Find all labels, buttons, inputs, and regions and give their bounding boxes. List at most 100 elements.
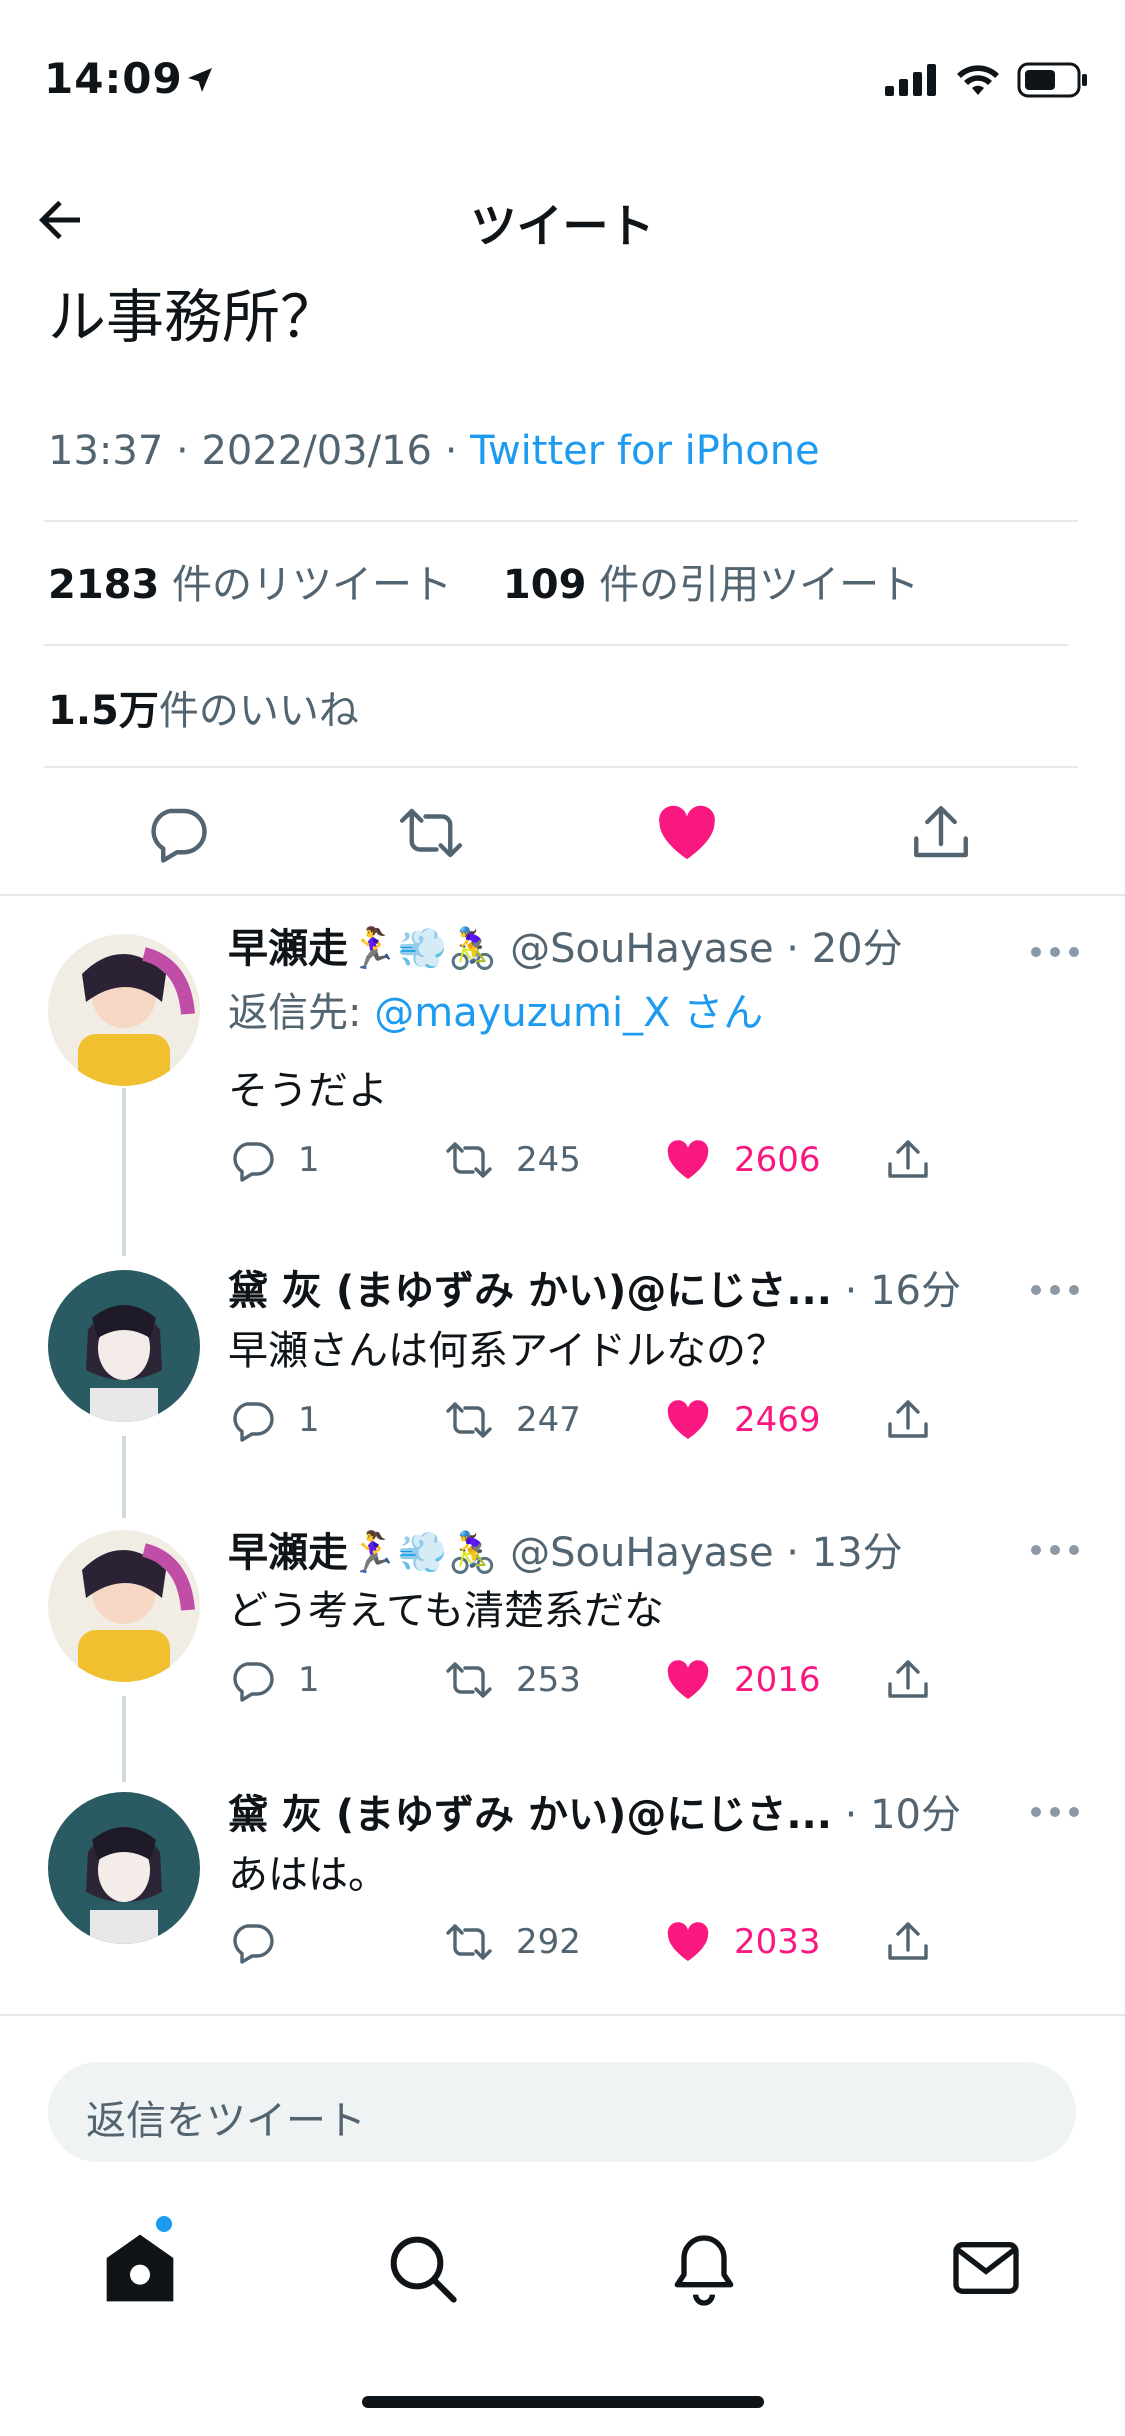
mention-link[interactable]: @mayuzumi_X	[374, 990, 670, 1036]
divider	[0, 2014, 1125, 2016]
retweet-icon	[446, 1924, 492, 1960]
count: 1	[298, 1140, 320, 1180]
count: 2469	[734, 1400, 821, 1440]
more-icon	[1031, 1545, 1079, 1555]
share-button[interactable]	[884, 1396, 954, 1444]
retweet-icon	[399, 808, 463, 858]
notification-dot	[156, 2216, 172, 2232]
count: 2016	[734, 1660, 821, 1700]
meta-sep: ·	[431, 428, 471, 474]
more-button[interactable]	[1030, 1542, 1080, 1558]
avatar[interactable]	[48, 934, 200, 1086]
tab-home[interactable]	[100, 2228, 180, 2308]
like-button[interactable]: 2606	[664, 1136, 821, 1184]
more-icon	[1031, 1807, 1079, 1817]
home-icon	[106, 2234, 174, 2302]
count: 292	[516, 1922, 581, 1962]
divider	[44, 644, 1068, 646]
wifi-icon	[957, 65, 999, 95]
retweet-button[interactable]: 292	[444, 1918, 581, 1966]
reply-icon	[233, 1924, 274, 1964]
retweet-button[interactable]	[398, 800, 464, 866]
reply-header: 黛 灰 (まゆずみ かい)@にじさ... · 16分	[228, 1268, 961, 1314]
status-time: 14:09	[44, 54, 212, 103]
count: 2606	[734, 1140, 821, 1180]
meta-sep: ·	[163, 428, 202, 474]
like-button[interactable]: 2469	[664, 1396, 821, 1444]
retweet-button[interactable]: 247	[444, 1396, 581, 1444]
reply-button[interactable]	[144, 800, 210, 866]
status-icons	[885, 62, 1089, 98]
share-button[interactable]	[908, 800, 974, 866]
reply-author-name[interactable]: 黛 灰 (まゆずみ かい)@にじさ...	[228, 1268, 832, 1314]
divider	[44, 766, 1078, 768]
reply-time: 13分	[811, 1530, 903, 1576]
avatar[interactable]	[48, 1530, 200, 1682]
reply-icon	[233, 1662, 274, 1702]
like-button[interactable]	[654, 800, 720, 866]
retweet-button[interactable]: 245	[444, 1136, 581, 1184]
more-button[interactable]	[1030, 944, 1080, 960]
reply-button[interactable]: 1	[228, 1136, 320, 1184]
reply-author-handle[interactable]: @SouHayase	[510, 926, 773, 972]
reply-author-name[interactable]: 早瀬走🏃‍♀️💨🚴‍♀️	[228, 1530, 497, 1576]
header: ツイート	[0, 150, 1125, 290]
reply-author-name[interactable]: 早瀬走🏃‍♀️💨🚴‍♀️	[228, 926, 497, 972]
more-icon	[1031, 947, 1079, 957]
home-indicator[interactable]	[362, 2396, 764, 2408]
like-button[interactable]: 2033	[664, 1918, 821, 1966]
tab-search[interactable]	[382, 2228, 462, 2308]
reply-composer[interactable]: 返信をツイート	[48, 2062, 1076, 2162]
stats-row: 2183 件のリツイート 109 件の引用ツイート	[48, 552, 919, 610]
reply-header: 早瀬走🏃‍♀️💨🚴‍♀️ @SouHayase · 20分	[228, 926, 903, 972]
quotes-stat[interactable]: 109 件の引用ツイート	[503, 562, 919, 608]
retweets-stat[interactable]: 2183 件のリツイート	[48, 562, 452, 608]
heart-icon	[667, 1922, 709, 1961]
reply-author-name[interactable]: 黛 灰 (まゆずみ かい)@にじさ...	[228, 1792, 832, 1838]
reply-icon	[233, 1402, 274, 1442]
reply-time: 16分	[870, 1268, 961, 1314]
share-button[interactable]	[884, 1918, 954, 1966]
tweet-meta: 13:37 · 2022/03/16 · Twitter for iPhone	[48, 428, 820, 474]
tweet-source-link[interactable]: Twitter for iPhone	[470, 428, 820, 474]
reply-time: 10分	[870, 1792, 961, 1838]
divider	[44, 520, 1078, 522]
location-arrow-icon	[188, 68, 212, 92]
more-icon	[1031, 1285, 1079, 1295]
reply-time: 20分	[811, 926, 903, 972]
retweet-button[interactable]: 253	[444, 1656, 581, 1704]
heart-icon	[659, 805, 715, 860]
page-title: ツイート	[470, 199, 655, 253]
more-button[interactable]	[1030, 1804, 1080, 1820]
reply-button[interactable]	[228, 1918, 298, 1966]
reply-text: 早瀬さんは何系アイドルなの？	[228, 1328, 786, 1374]
retweet-icon	[446, 1142, 492, 1178]
count: 245	[516, 1140, 581, 1180]
count: 1	[298, 1660, 320, 1700]
battery-icon	[1017, 62, 1087, 98]
like-button[interactable]: 2016	[664, 1656, 821, 1704]
thread-line	[122, 1696, 126, 1782]
likes-stat[interactable]: 1.5万件のいいね	[48, 678, 359, 736]
more-button[interactable]	[1030, 1282, 1080, 1298]
heart-icon	[667, 1400, 709, 1439]
share-button[interactable]	[884, 1136, 954, 1184]
avatar[interactable]	[48, 1270, 200, 1422]
composer-placeholder: 返信をツイート	[86, 2098, 366, 2144]
bell-icon	[674, 2235, 734, 2306]
share-button[interactable]	[884, 1656, 954, 1704]
count: 2033	[734, 1922, 821, 1962]
share-icon	[888, 1660, 928, 1698]
share-icon	[888, 1140, 928, 1178]
tweet-time: 13:37	[48, 428, 164, 474]
tweet-date: 2022/03/16	[201, 428, 432, 474]
reply-author-handle[interactable]: @SouHayase	[510, 1530, 773, 1576]
reply-button[interactable]: 1	[228, 1656, 320, 1704]
tab-messages[interactable]	[946, 2228, 1026, 2308]
thread-line	[122, 1436, 126, 1518]
reply-icon	[233, 1142, 274, 1182]
tab-notifications[interactable]	[664, 2228, 744, 2308]
reply-button[interactable]: 1	[228, 1396, 320, 1444]
avatar[interactable]	[48, 1792, 200, 1944]
reply-to: 返信先: @mayuzumi_X さん	[228, 990, 764, 1036]
